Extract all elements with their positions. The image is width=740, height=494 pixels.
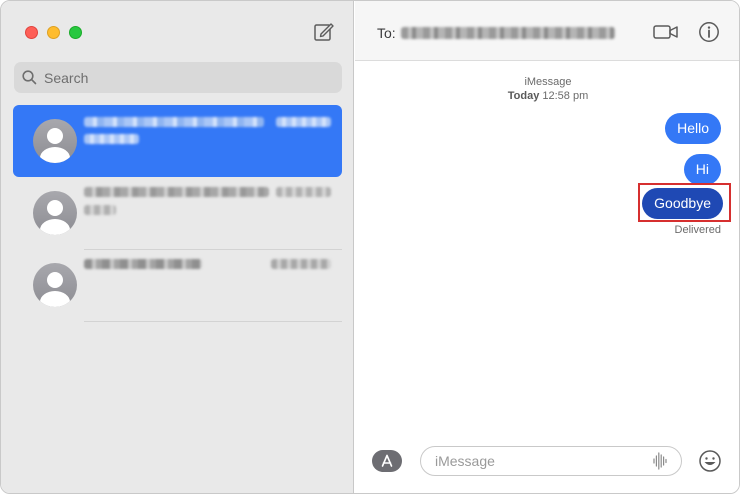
redacted-preview (84, 134, 139, 144)
to-label: To: (377, 25, 396, 41)
search-field[interactable]: Search (14, 62, 342, 93)
facetime-video-icon[interactable] (653, 22, 679, 42)
audio-waveform-icon[interactable] (653, 452, 667, 470)
info-icon[interactable] (698, 21, 720, 43)
redacted-timestamp (276, 187, 331, 197)
search-placeholder: Search (44, 69, 89, 86)
compose-icon[interactable] (313, 21, 335, 43)
list-divider (84, 321, 342, 322)
service-label: iMessage (524, 76, 572, 88)
minimize-window-button[interactable] (47, 26, 60, 39)
avatar (33, 119, 77, 163)
redacted-timestamp (271, 259, 331, 269)
search-icon (22, 70, 37, 85)
messages-window: Search To: iMessage Today 12:58 pm Hello… (0, 0, 740, 494)
window-controls (25, 26, 82, 39)
redacted-contact-name (84, 187, 269, 197)
sidebar: Search (1, 1, 354, 493)
timestamp-day: Today (507, 90, 540, 102)
app-store-icon (381, 454, 393, 467)
redacted-preview (84, 205, 116, 215)
message-input[interactable] (420, 446, 682, 476)
app-store-button[interactable] (372, 450, 402, 472)
redacted-recipient[interactable] (401, 27, 615, 39)
avatar (33, 263, 77, 307)
message-bubble[interactable]: Hi (683, 154, 721, 185)
avatar (33, 191, 77, 235)
conversation-item-selected[interactable] (13, 105, 342, 177)
conversation-timestamp: Today 12:58 pm (355, 90, 739, 102)
redacted-contact-name (84, 259, 202, 269)
conversation-item[interactable] (13, 249, 342, 321)
timestamp-time: 12:58 pm (542, 90, 589, 102)
maximize-window-button[interactable] (69, 26, 82, 39)
conversation-item[interactable] (13, 177, 342, 249)
highlight-box (638, 183, 731, 222)
delivery-status: Delivered (674, 224, 721, 236)
close-window-button[interactable] (25, 26, 38, 39)
emoji-icon[interactable] (698, 449, 722, 473)
conversation-pane: To: iMessage Today 12:58 pm Hello Hi Goo… (355, 1, 739, 493)
redacted-timestamp (276, 117, 331, 127)
message-bubble[interactable]: Hello (665, 113, 721, 144)
conversation-header: To: (355, 1, 739, 61)
redacted-contact-name (84, 117, 264, 127)
